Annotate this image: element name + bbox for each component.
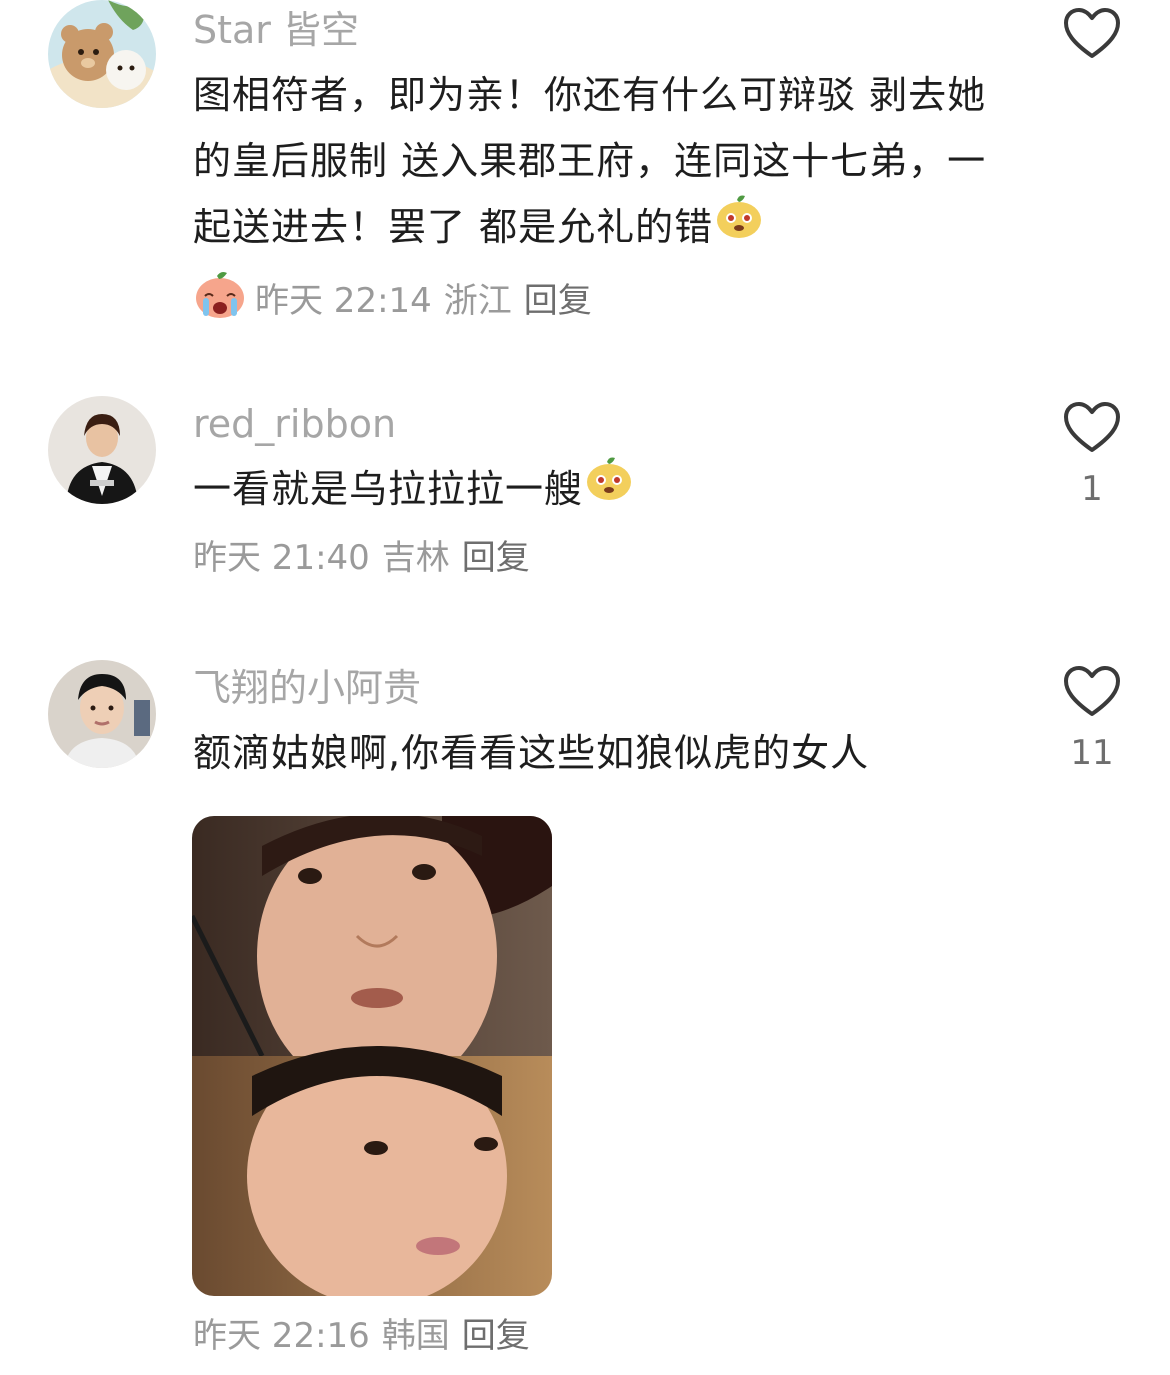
comment-text: 图相符者，即为亲！你还有什么可辩驳 剥去她的皇后服制 送入果郡王府，连同这十七弟…: [193, 62, 993, 264]
reply-button[interactable]: 回复: [524, 281, 592, 321]
comment-location: 吉林: [381, 538, 450, 578]
comment-text: 额滴姑娘啊,你看看这些如狼似虎的女人: [193, 720, 993, 786]
avatar[interactable]: [48, 0, 156, 108]
username[interactable]: 飞翔的小阿贵: [193, 664, 421, 712]
comment-time: 昨天 21:40: [193, 538, 370, 578]
comment-meta: 昨天 22:16 韩国 回复: [193, 1314, 542, 1358]
two-face-meme-image[interactable]: [192, 816, 552, 1296]
comment-text-content: 额滴姑娘啊,你看看这些如狼似虎的女人: [193, 731, 870, 775]
reply-button[interactable]: 回复: [462, 538, 530, 578]
comment-location: 韩国: [381, 1316, 450, 1356]
sticker-face-icon: [715, 192, 763, 260]
like-button[interactable]: [1062, 400, 1122, 456]
heart-icon: [1064, 666, 1120, 716]
bear-cartoon-avatar: [48, 0, 156, 108]
comment-text: 一看就是乌拉拉拉一艘: [193, 456, 993, 526]
like-count: 11: [1070, 733, 1114, 773]
heart-icon: [1064, 402, 1120, 452]
username[interactable]: red_ribbon: [193, 400, 396, 448]
like-count: 1: [1081, 469, 1103, 509]
username[interactable]: Star 皆空: [193, 6, 359, 54]
woman-portrait-avatar: [48, 396, 156, 504]
heart-icon: [1064, 8, 1120, 58]
comment-meta: 昨天 21:40 吉林 回复: [193, 536, 542, 580]
reply-button[interactable]: 回复: [462, 1316, 530, 1356]
man-portrait-avatar: [48, 660, 156, 768]
comment-text-content: 一看就是乌拉拉拉一艘: [193, 467, 584, 511]
avatar[interactable]: [48, 396, 156, 504]
like-button[interactable]: [1062, 6, 1122, 62]
comment-text-content: 图相符者，即为亲！你还有什么可辩驳 剥去她的皇后服制 送入果郡王府，连同这十七弟…: [193, 73, 987, 249]
comment-location: 浙江: [443, 281, 512, 321]
comment-time: 昨天 22:14: [255, 281, 432, 321]
sticker-face-icon: [585, 454, 633, 522]
like-button[interactable]: [1062, 664, 1122, 720]
avatar[interactable]: [48, 660, 156, 768]
comment-time: 昨天 22:16: [193, 1316, 370, 1356]
comment-meta: 昨天 22:14 浙江 回复: [193, 272, 604, 333]
crying-face-sticker-icon: [193, 270, 247, 331]
